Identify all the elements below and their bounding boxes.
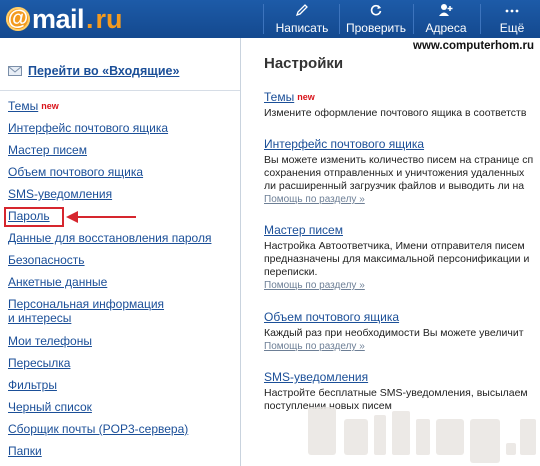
go-to-inbox-label: Перейти во «Входящие» (28, 64, 180, 78)
settings-sidebar: Перейти во «Входящие» Темы new Интерфейс … (0, 38, 240, 466)
check-mail-button[interactable]: Проверить (341, 0, 411, 38)
logo-ru: ru (95, 3, 123, 34)
more-button[interactable]: Ещё (482, 0, 540, 38)
menu-item-letter-wizard[interactable]: Мастер писем (8, 143, 87, 157)
section-title-link[interactable]: SMS-уведомления (264, 370, 540, 385)
description-line: предназначены для максимальной персонифи… (264, 253, 530, 265)
menu-item-password-recovery[interactable]: Данные для восстановления пароля (8, 231, 211, 245)
new-badge: new (297, 92, 315, 102)
more-icon (482, 3, 540, 19)
menu-item-label: Персональная информация (8, 297, 165, 311)
section-title-link[interactable]: Интерфейс почтового ящика (264, 137, 540, 152)
menu-item-mailbox-size[interactable]: Объем почтового ящика (8, 165, 143, 179)
menu-item-label-line2: и интересы (8, 311, 72, 325)
logo-mail: mail (32, 3, 85, 34)
section-title-text: Темы (264, 90, 295, 104)
red-arrow-icon (66, 211, 136, 223)
section-mailbox-size: Объем почтового ящика Каждый раз при нео… (264, 310, 540, 353)
top-bar: @ mail. ru Написать Проверить Адреса Ещё (0, 0, 540, 38)
menu-item-mail-collector[interactable]: Сборщик почты (POP3-сервера) (8, 422, 188, 436)
section-title-link[interactable]: Объем почтового ящика (264, 310, 540, 325)
menu-item-my-phones[interactable]: Мои телефоны (8, 334, 92, 348)
page-title: Настройки (264, 55, 344, 72)
compose-button[interactable]: Написать (266, 0, 338, 38)
menu-item-filters[interactable]: Фильтры (8, 378, 57, 392)
section-description: Вы можете изменить количество писем на с… (264, 154, 540, 193)
description-line: ли расширенный загрузчик файлов и выводи… (264, 180, 525, 192)
section-help-link[interactable]: Помощь по разделу » (264, 193, 540, 206)
logo-at-sign: @ (6, 7, 30, 31)
menu-item-folders[interactable]: Папки (8, 444, 42, 458)
section-themes: Темы new Измените оформление почтового ящ… (264, 90, 540, 120)
go-to-inbox-link[interactable]: Перейти во «Входящие» (8, 64, 179, 78)
compose-label: Написать (275, 21, 329, 35)
refresh-icon (341, 3, 411, 19)
section-description: Измените оформление почтового ящика в со… (264, 107, 527, 119)
nav-separator (339, 4, 340, 34)
section-description: Настройка Автоответчика, Имени отправите… (264, 240, 540, 279)
column-divider (240, 38, 241, 466)
section-title-link[interactable]: Мастер писем (264, 223, 540, 238)
more-label: Ещё (499, 21, 525, 35)
menu-item-themes[interactable]: Темы new (8, 99, 59, 113)
menu-item-profile[interactable]: Анкетные данные (8, 275, 107, 289)
section-description: Каждый раз при необходимости Вы можете у… (264, 327, 524, 339)
new-badge: new (41, 101, 59, 111)
description-line: Вы можете изменить количество писем на с… (264, 154, 534, 166)
nav-separator (480, 4, 481, 34)
menu-item-label: Темы (8, 99, 39, 113)
posting-watermark-graphic (308, 407, 536, 463)
check-mail-label: Проверить (345, 21, 406, 35)
section-title-link[interactable]: Темы new (264, 90, 540, 105)
section-help-link[interactable]: Помощь по разделу » (264, 279, 540, 292)
menu-item-personal-info[interactable]: Персональная информация и интересы (8, 297, 164, 325)
menu-item-forwarding[interactable]: Пересылка (8, 356, 70, 370)
password-highlight-box (4, 207, 64, 227)
pencil-icon (266, 3, 338, 19)
description-line: сохранения отправленных и уничтожения уд… (264, 167, 525, 179)
site-watermark: www.computerhom.ru (413, 40, 534, 52)
divider (0, 90, 240, 91)
section-letter-wizard: Мастер писем Настройка Автоответчика, Им… (264, 223, 540, 292)
description-line: переписки. (264, 266, 318, 278)
contacts-button[interactable]: Адреса (414, 0, 478, 38)
menu-item-security[interactable]: Безопасность (8, 253, 85, 267)
contacts-label: Адреса (425, 21, 467, 35)
nav-separator (263, 4, 264, 34)
envelope-icon (8, 66, 22, 76)
section-interface: Интерфейс почтового ящика Вы можете изме… (264, 137, 540, 206)
menu-item-interface[interactable]: Интерфейс почтового ящика (8, 121, 168, 135)
section-help-link[interactable]: Помощь по разделу » (264, 340, 540, 353)
menu-item-blacklist[interactable]: Черный список (8, 400, 92, 414)
description-line: Настройка Автоответчика, Имени отправите… (264, 240, 525, 252)
add-contact-icon (414, 3, 478, 19)
logo-dot: . (86, 3, 94, 34)
menu-item-sms-notifications[interactable]: SMS-уведомления (8, 187, 112, 201)
mailru-logo[interactable]: @ mail. ru (6, 2, 123, 36)
